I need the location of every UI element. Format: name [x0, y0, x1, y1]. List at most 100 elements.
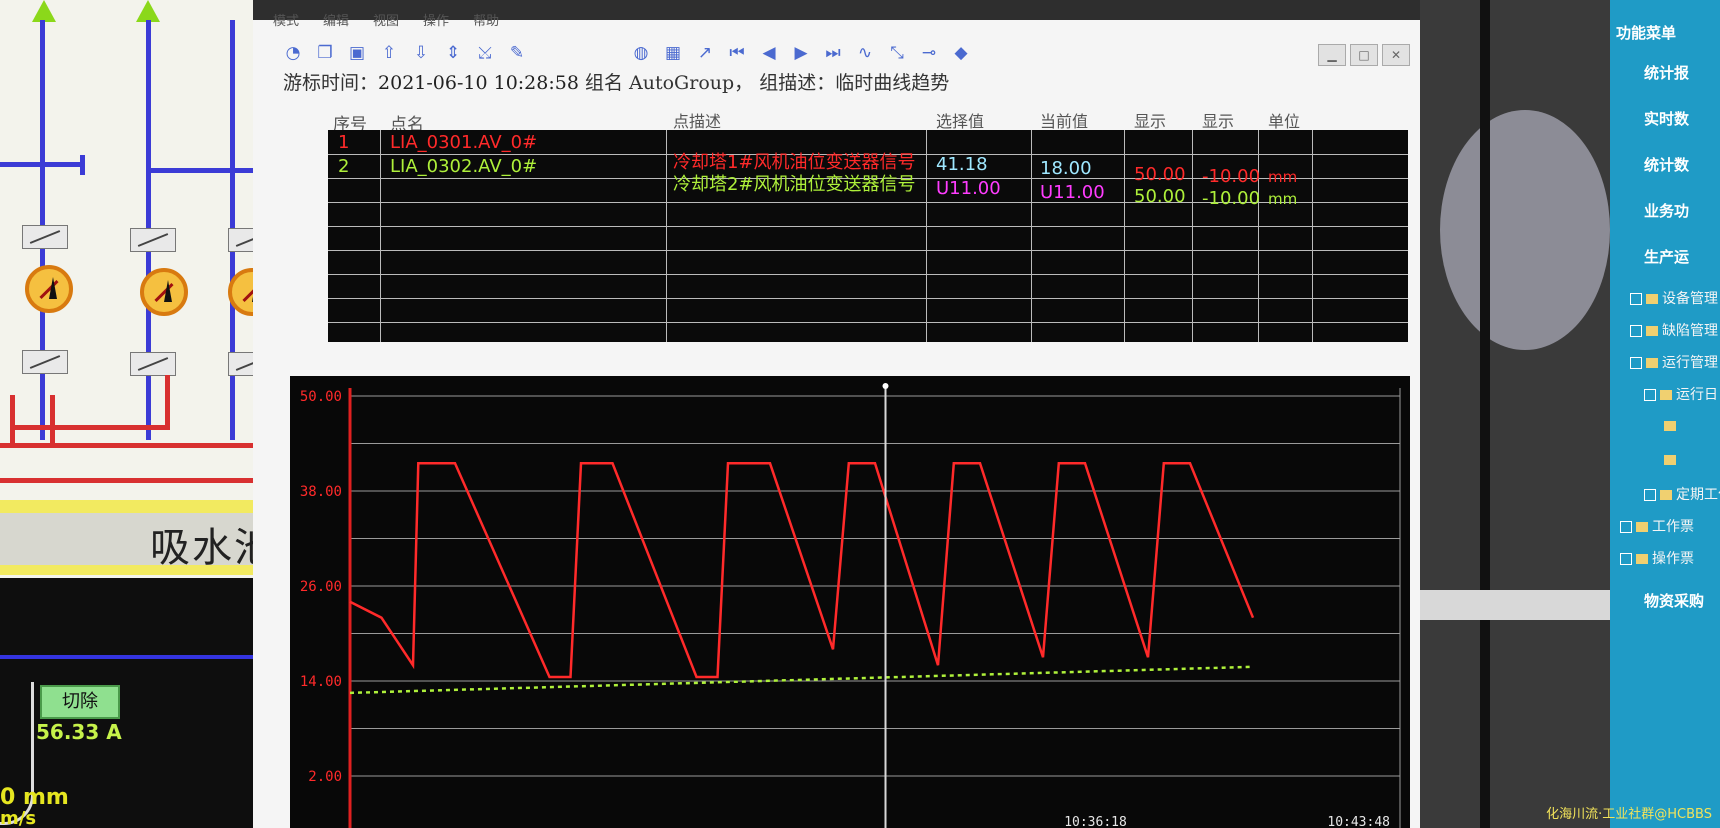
menu-edit[interactable]: 编辑 — [323, 10, 349, 32]
pipe — [10, 425, 170, 430]
pipe — [0, 443, 253, 448]
flow-arrow-icon — [136, 0, 160, 22]
copy-icon[interactable]: ❐ — [315, 43, 335, 63]
zoom-icon[interactable]: ⤡ — [887, 43, 907, 63]
x-tick-label: 10:43:48 — [1327, 815, 1390, 828]
valve-icon[interactable] — [228, 228, 253, 252]
tree-item-operation[interactable]: 运行管理 — [1630, 352, 1718, 372]
arrow-up-icon[interactable]: ⇧ — [379, 43, 399, 63]
col-desc-header: 点描述 — [673, 112, 722, 131]
menu-operate[interactable]: 操作 — [423, 10, 449, 32]
window-icon[interactable]: ▣ — [347, 43, 367, 63]
menu-stats-report[interactable]: 统计报 — [1616, 62, 1689, 83]
scada-panel: 吸水池 切除 56.33 A 0 mm m/s — [0, 0, 253, 828]
next-icon[interactable]: ▶ — [791, 43, 811, 63]
menu-realtime-data[interactable]: 实时数 — [1616, 108, 1689, 129]
pump-icon[interactable] — [140, 268, 188, 316]
y-tick-label: 14.00 — [300, 674, 342, 690]
trend-chart[interactable]: 50.00 38.00 26.00 14.00 2.00 10:36:18 10:43:48 — [290, 376, 1410, 828]
row2-desc: 冷却塔2#风机油位变送器信号 — [673, 174, 916, 195]
cursor-icon[interactable]: ↗ — [695, 43, 715, 63]
shelf — [1420, 590, 1610, 620]
col-unit-header: 单位 — [1268, 112, 1301, 131]
row1-current: 18.00 — [1040, 158, 1092, 179]
clock-icon[interactable]: ◔ — [283, 43, 303, 63]
eraser-icon[interactable]: ◆ — [951, 43, 971, 63]
valve-icon[interactable] — [22, 350, 68, 374]
cursor-time: 2021-06-10 10:28:58 — [378, 72, 579, 94]
x-tick-label: 10:36:18 — [1064, 815, 1127, 828]
app-menu: 功能菜单 统计报 实时数 统计数 业务功 生产运 设备管理 缺陷管理 运行管理 … — [1610, 0, 1720, 828]
valve-icon[interactable] — [228, 352, 253, 376]
cut-button[interactable]: 切除 — [40, 685, 120, 719]
fan-image — [1440, 110, 1610, 350]
row2-seq[interactable]: 2 — [338, 156, 349, 177]
wave-icon[interactable]: ∿ — [855, 43, 875, 63]
menu-mode[interactable]: 模式 — [273, 10, 299, 32]
row2-current: U11.00 — [1040, 182, 1105, 203]
menu-view[interactable]: 视图 — [373, 10, 399, 32]
menu-production[interactable]: 生产运 — [1616, 246, 1689, 267]
minimize-icon[interactable]: ▁ — [1318, 44, 1346, 66]
tree-item-periodic[interactable]: 定期工作 — [1644, 484, 1720, 504]
background-scene — [1420, 0, 1610, 828]
series-line-2 — [349, 665, 1254, 695]
row1-seq[interactable]: 1 — [338, 132, 349, 153]
menu-procurement[interactable]: 物资采购 — [1616, 590, 1704, 611]
divider — [0, 500, 253, 514]
tree-item-equipment[interactable]: 设备管理 — [1630, 288, 1718, 308]
pipe — [0, 478, 253, 483]
skip-back-icon[interactable]: ⏮ — [727, 43, 747, 63]
speed-unit: m/s — [0, 808, 37, 828]
y-tick-label: 26.00 — [300, 579, 342, 595]
row2-point[interactable]: LIA_0302.AV_0# — [390, 156, 537, 177]
tree-item-operation-log[interactable]: 运行日 — [1644, 384, 1718, 404]
valve-icon[interactable] — [130, 228, 176, 252]
row2-selected: U11.00 — [936, 178, 1001, 199]
link-icon[interactable]: ⊸ — [919, 43, 939, 63]
maximize-icon[interactable]: □ — [1350, 44, 1378, 66]
pipe — [10, 395, 15, 443]
row2-max: 50.00 — [1134, 186, 1186, 207]
arrow-down-icon[interactable]: ⇩ — [411, 43, 431, 63]
pipe — [80, 155, 85, 175]
menu-title[interactable]: 功能菜单 — [1616, 22, 1676, 43]
flow-arrow-icon — [32, 0, 56, 22]
watermark: 化海川流·工业社群@HCBBS — [1546, 807, 1712, 822]
row1-max: 50.00 — [1134, 164, 1186, 185]
cursor-info: 游标时间：2021-06-10 10:28:58 组名 AutoGroup， 组… — [283, 68, 949, 95]
prev-icon[interactable]: ◀ — [759, 43, 779, 63]
row2-unit: mm — [1268, 190, 1298, 208]
y-tick-label: 2.00 — [308, 769, 342, 785]
current-value: 56.33 A — [36, 720, 122, 744]
tree-item-defects[interactable]: 缺陷管理 — [1630, 320, 1718, 340]
row1-point[interactable]: LIA_0301.AV_0# — [390, 132, 537, 153]
tree-leaf[interactable] — [1664, 452, 1680, 468]
globe-icon[interactable]: ◍ — [631, 43, 651, 63]
col-selected-header: 选择值 — [936, 112, 985, 131]
tree-item-op-ticket[interactable]: 操作票 — [1620, 548, 1694, 568]
skip-forward-icon[interactable]: ⏭ — [823, 43, 843, 63]
valve-icon[interactable] — [130, 352, 176, 376]
menu-help[interactable]: 帮助 — [473, 10, 499, 32]
pipe — [50, 395, 55, 443]
pin-icon[interactable]: ✎ — [507, 43, 527, 63]
row2-min: -10.00 — [1202, 188, 1261, 209]
pump-icon[interactable] — [25, 265, 73, 313]
close-icon[interactable]: ✕ — [1382, 44, 1410, 66]
menu-business[interactable]: 业务功 — [1616, 200, 1689, 221]
tree-item-work-ticket[interactable]: 工作票 — [1620, 516, 1694, 536]
collapse-icon[interactable]: ⤩ — [475, 43, 495, 63]
grid-icon[interactable]: ▦ — [663, 43, 683, 63]
monitor-frame — [1480, 0, 1490, 828]
expand-vertical-icon[interactable]: ⇕ — [443, 43, 463, 63]
trend-chart-svg[interactable]: 50.00 38.00 26.00 14.00 2.00 10:36:18 10:43:48 — [290, 376, 1410, 828]
col-max-header: 显示 — [1134, 112, 1167, 131]
valve-icon[interactable] — [22, 225, 68, 249]
group-name: 组名 AutoGroup， — [584, 72, 754, 94]
col-min-header: 显示 — [1202, 112, 1235, 131]
y-tick-label: 50.00 — [300, 389, 342, 405]
menu-stats-data[interactable]: 统计数 — [1616, 154, 1689, 175]
tree-leaf[interactable] — [1664, 418, 1680, 434]
window-controls: ▁ □ ✕ — [1318, 44, 1410, 66]
